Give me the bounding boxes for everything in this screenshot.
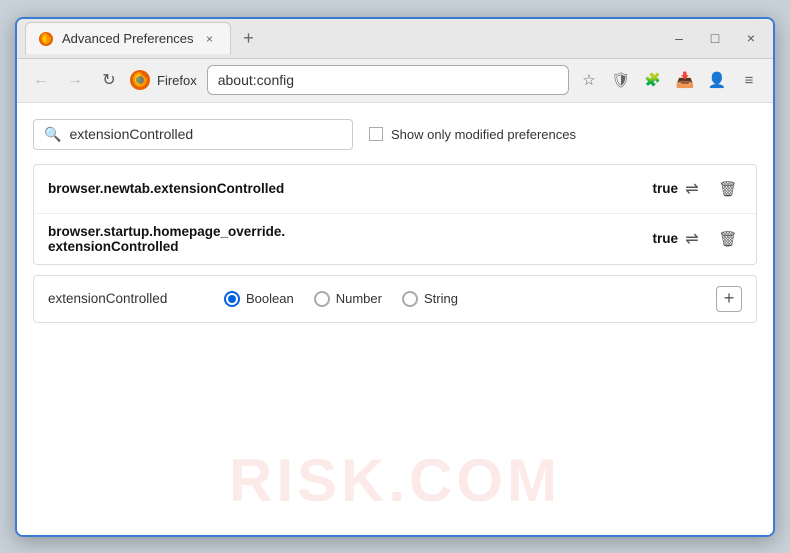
add-preference-row: extensionControlled Boolean Number: [33, 275, 757, 323]
reset-icon: ⇌: [685, 229, 698, 249]
title-bar: Advanced Preferences × + – □ ×: [17, 19, 773, 59]
pref-name: browser.startup.homepage_override. exten…: [48, 224, 644, 254]
delete-icon: 🗑: [718, 230, 737, 248]
reset-button[interactable]: ⇌: [678, 175, 706, 203]
active-tab[interactable]: Advanced Preferences ×: [25, 22, 231, 54]
nav-icons: ☆ 🛡 🧩 📥 👤 ≡: [575, 66, 763, 94]
row-actions: ⇌ 🗑: [678, 175, 742, 203]
address-text: about:config: [218, 72, 294, 88]
menu-icon: ≡: [745, 72, 754, 89]
delete-button[interactable]: 🗑: [714, 175, 742, 203]
row-actions: ⇌ 🗑: [678, 225, 742, 253]
browser-window: Advanced Preferences × + – □ × ← → ↻ Fir…: [15, 17, 775, 537]
show-modified-label: Show only modified preferences: [391, 127, 576, 142]
search-row: 🔍 Show only modified preferences: [33, 119, 757, 150]
download-button[interactable]: 📥: [671, 66, 699, 94]
radio-string[interactable]: String: [402, 291, 458, 307]
shield-button[interactable]: 🛡: [607, 66, 635, 94]
radio-number-outer: [314, 291, 330, 307]
reset-icon: ⇌: [685, 179, 698, 199]
bookmark-icon: ☆: [582, 71, 595, 89]
radio-string-label: String: [424, 291, 458, 306]
type-radio-group: Boolean Number String: [224, 291, 458, 307]
delete-icon: 🗑: [718, 180, 737, 198]
search-icon: 🔍: [44, 126, 61, 143]
watermark: RISK.COM: [229, 446, 561, 515]
firefox-logo: [129, 69, 151, 91]
search-box: 🔍: [33, 119, 353, 150]
browser-name: Firefox: [157, 73, 197, 88]
radio-boolean[interactable]: Boolean: [224, 291, 294, 307]
show-modified-checkbox[interactable]: [369, 127, 383, 141]
pref-value: true: [644, 231, 678, 246]
window-controls: – □ ×: [665, 24, 765, 52]
reload-button[interactable]: ↻: [95, 66, 123, 94]
add-preference-button[interactable]: +: [716, 286, 742, 312]
radio-boolean-outer: [224, 291, 240, 307]
forward-button[interactable]: →: [61, 66, 89, 94]
back-button[interactable]: ←: [27, 66, 55, 94]
search-input[interactable]: [69, 126, 342, 142]
menu-button[interactable]: ≡: [735, 66, 763, 94]
pref-value: true: [644, 181, 678, 196]
download-icon: 📥: [676, 71, 695, 89]
tab-close-button[interactable]: ×: [202, 31, 218, 47]
extension-button[interactable]: 🧩: [639, 66, 667, 94]
pref-name: browser.newtab.extensionControlled: [48, 181, 644, 196]
radio-number-label: Number: [336, 291, 382, 306]
table-row: browser.newtab.extensionControlled true …: [34, 165, 756, 214]
content-area: RISK.COM 🔍 Show only modified preference…: [17, 103, 773, 535]
radio-number[interactable]: Number: [314, 291, 382, 307]
tab-title: Advanced Preferences: [62, 31, 194, 46]
forward-icon: →: [67, 71, 83, 89]
shield-icon: 🛡: [611, 71, 630, 89]
reset-button[interactable]: ⇌: [678, 225, 706, 253]
radio-string-outer: [402, 291, 418, 307]
minimize-button[interactable]: –: [665, 24, 693, 52]
bookmark-button[interactable]: ☆: [575, 66, 603, 94]
nav-bar: ← → ↻ Firefox about:config ☆ 🛡 �: [17, 59, 773, 103]
new-pref-name: extensionControlled: [48, 291, 208, 306]
radio-boolean-inner: [228, 295, 236, 303]
show-modified-checkbox-row[interactable]: Show only modified preferences: [369, 127, 576, 142]
back-icon: ←: [33, 71, 49, 89]
maximize-button[interactable]: □: [701, 24, 729, 52]
close-button[interactable]: ×: [737, 24, 765, 52]
radio-boolean-label: Boolean: [246, 291, 294, 306]
account-button[interactable]: 👤: [703, 66, 731, 94]
address-bar[interactable]: about:config: [207, 65, 569, 95]
delete-button[interactable]: 🗑: [714, 225, 742, 253]
results-table: browser.newtab.extensionControlled true …: [33, 164, 757, 265]
new-tab-button[interactable]: +: [235, 24, 263, 52]
extension-icon: 🧩: [645, 72, 661, 88]
table-row: browser.startup.homepage_override. exten…: [34, 214, 756, 264]
account-icon: 👤: [708, 71, 727, 89]
reload-icon: ↻: [102, 70, 115, 90]
firefox-tab-icon: [38, 31, 54, 47]
